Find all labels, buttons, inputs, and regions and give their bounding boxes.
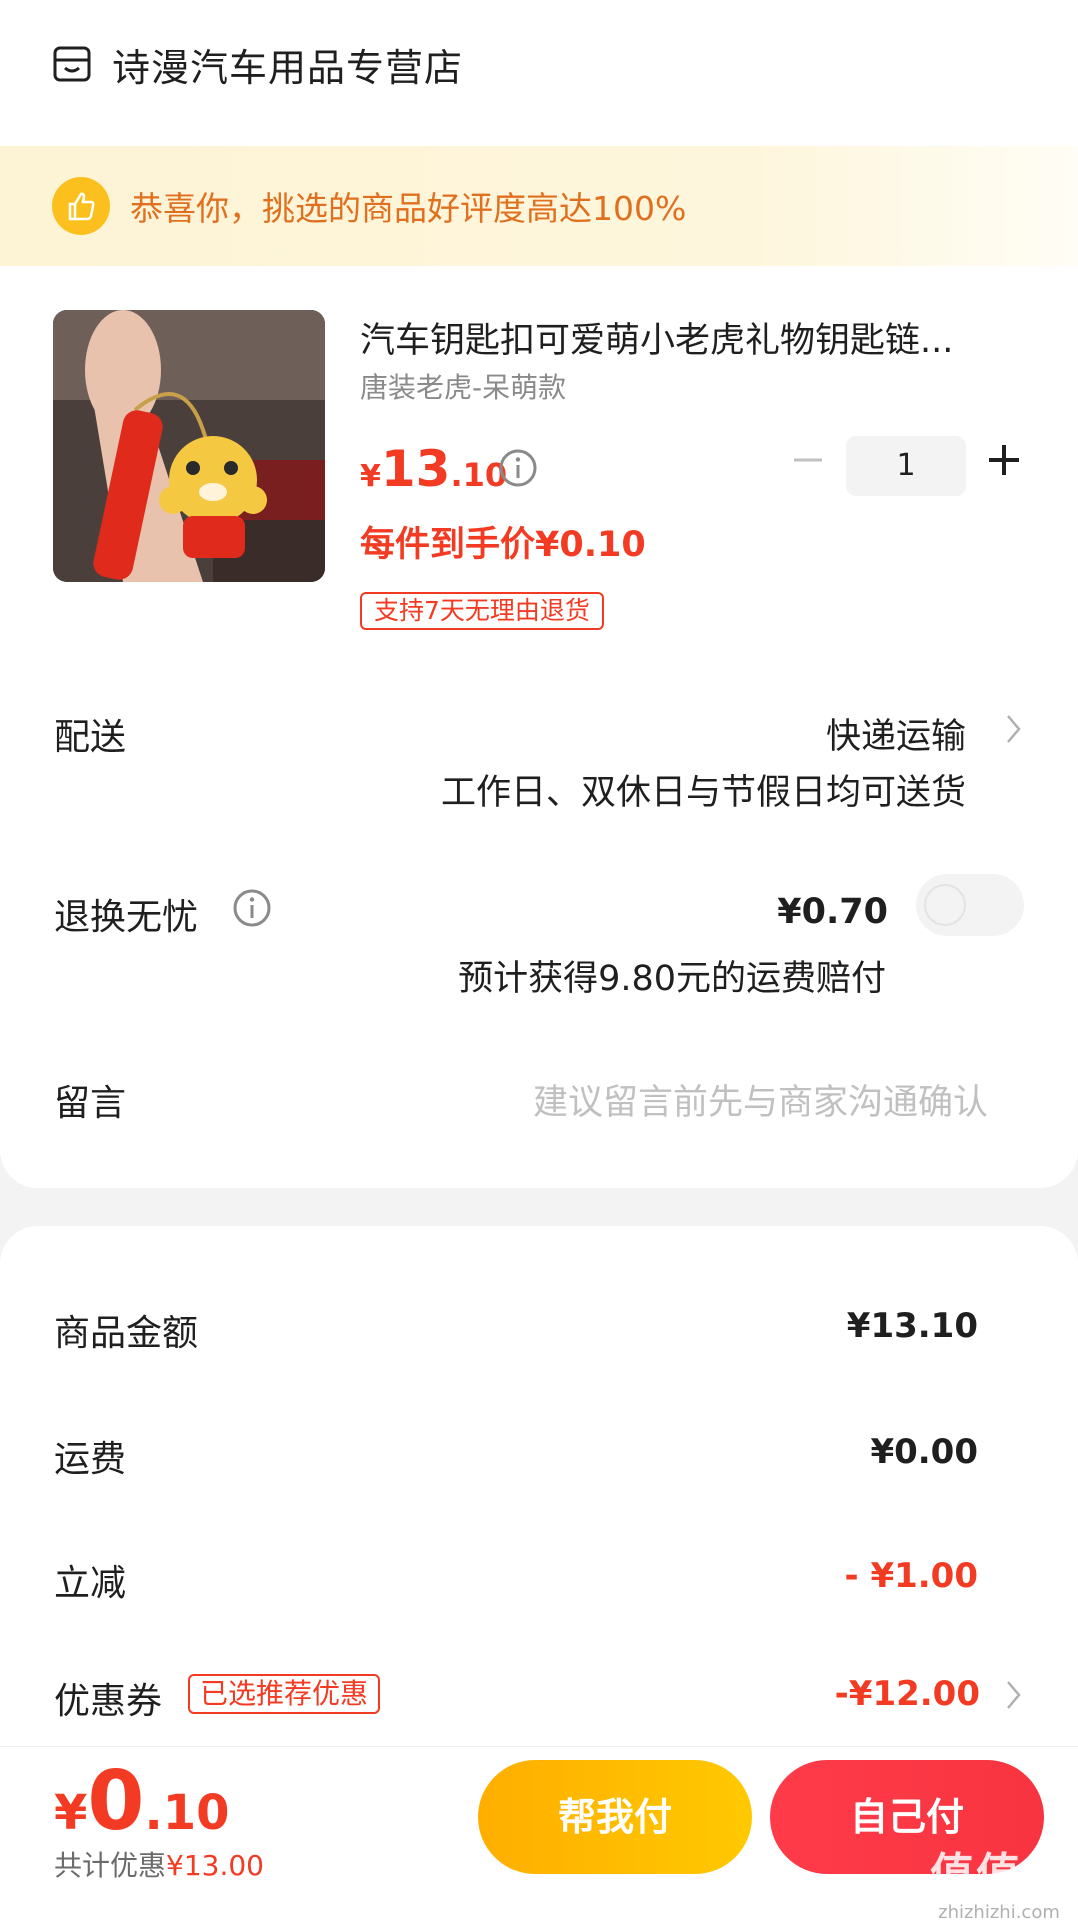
savings-value: ¥13.00 [166,1849,264,1882]
return-insurance-label: 退换无忧 [54,897,199,938]
price-integer: 13 [380,440,451,498]
return-insurance-info-icon[interactable] [232,888,272,928]
total-decimal: .10 [144,1785,230,1841]
discount-label: 立减 [54,1563,127,1604]
shipping-value: ¥0.00 [870,1432,978,1472]
banner-text: 恭喜你，挑选的商品好评度高达100% [130,189,687,228]
price-symbol: ¥ [360,459,381,494]
coupon-value[interactable]: -¥12.00 [835,1674,980,1714]
total-symbol: ¥ [54,1785,88,1841]
quantity-plus-button[interactable] [984,440,1024,480]
delivery-label: 配送 [54,717,127,758]
store-icon [53,46,91,82]
toggle-knob [924,884,966,926]
product-title[interactable]: 汽车钥匙扣可爱萌小老虎礼物钥匙链... [360,312,1028,363]
unit-price: 每件到手价¥0.10 [360,525,646,565]
watermark-url: zhizhizhi.com [938,1902,1060,1922]
product-price: ¥ 13 .10 [360,440,507,498]
delivery-method[interactable]: 快递运输 [826,708,966,759]
price-info-icon[interactable] [498,448,538,488]
coupon-badge: 已选推荐优惠 [188,1674,381,1714]
return-insurance-note: 预计获得9.80元的运费赔付 [458,959,886,999]
help-pay-button[interactable]: 帮我付 [478,1760,752,1874]
return-policy-badge: 支持7天无理由退货 [360,592,604,630]
rating-banner: 恭喜你，挑选的商品好评度高达100% [0,146,1078,266]
return-insurance-price: ¥0.70 [777,892,888,932]
store-name: 诗漫汽车用品专营店 [112,45,464,90]
message-label: 留言 [54,1083,127,1124]
coupon-chevron-icon[interactable] [1004,1678,1024,1712]
shipping-label: 运费 [54,1439,127,1480]
coupon-label: 优惠券 [54,1681,163,1722]
quantity-minus-button[interactable] [788,440,828,480]
total-savings: 共计优惠¥13.00 [54,1844,264,1884]
thumbs-up-icon [52,177,110,235]
watermark-logo: 值值值 [930,1849,1068,1900]
product-image[interactable] [53,310,325,582]
discount-value: - ¥1.00 [844,1556,979,1596]
return-insurance-toggle[interactable] [916,874,1024,936]
delivery-chevron-icon[interactable] [1004,712,1024,746]
total-integer: 0 [87,1754,145,1849]
watermark: 值值值 zhizhizhi.com [930,1838,1068,1922]
delivery-note: 工作日、双休日与节假日均可送货 [440,773,966,813]
goods-amount-value: ¥13.10 [846,1306,978,1346]
quantity-input[interactable]: 1 [846,436,966,496]
store-header[interactable]: 诗漫汽车用品专营店 [52,36,463,92]
total-price: ¥ 0 .10 [54,1754,230,1849]
product-variant[interactable]: 唐装老虎-呆萌款 [360,366,566,406]
message-input[interactable]: 建议留言前先与商家沟通确认 [533,1074,988,1125]
goods-amount-label: 商品金额 [54,1313,199,1354]
savings-prefix: 共计优惠 [54,1849,167,1882]
